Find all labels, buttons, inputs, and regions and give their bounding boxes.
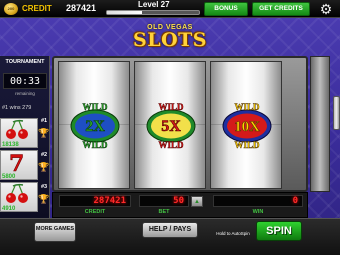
bet-display: 50 [139, 195, 189, 207]
reel-1-wild-top: WILD [82, 102, 108, 112]
level-progress-bar [106, 10, 200, 15]
reel-2-multiplier: 5X [161, 118, 181, 135]
reel-1-wild-bottom: WILD [82, 140, 108, 150]
wild-2x-symbol: 2X WILD WILD [70, 102, 120, 150]
side-rail [310, 56, 330, 192]
wild-5x-symbol: 5X WILD WILD [146, 102, 196, 150]
reel-2-wild-top: WILD [158, 102, 184, 112]
bet-increase-button[interactable]: ▲ [191, 196, 203, 207]
game-logo: OLD VEGAS SLOTS [104, 24, 236, 54]
rank-score-2: 5800 [2, 174, 16, 180]
coin-icon: 200 [4, 3, 18, 15]
level-label: Level 27 [138, 0, 170, 9]
bet-display-label: BET [158, 209, 170, 215]
rank-number-2: #2 [41, 152, 48, 158]
more-games-button[interactable]: MORE GAMES [34, 222, 76, 242]
reel-3-multiplier: 10X [234, 119, 260, 135]
reel-3-wild-bottom: WILD [234, 140, 260, 150]
silver-trophy-icon: 🏆 [38, 162, 50, 172]
reel-2: 5X WILD WILD [134, 61, 206, 189]
win-display: 0 [213, 195, 303, 207]
spin-button[interactable]: SPIN [256, 221, 302, 241]
reel-2-wild-bottom: WILD [158, 140, 184, 150]
reel-window: 2X WILD WILD 5X WILD WILD 10X WILD WILD [52, 56, 308, 192]
tournament-wins: #1 wins 279 [2, 105, 32, 111]
reel-3: 10X WILD WILD [210, 61, 282, 189]
credit-display: 287421 [59, 195, 131, 207]
rank-score-1: 18138 [2, 142, 19, 148]
tournament-title: TOURNAMENT [5, 59, 45, 65]
credit-display-label: CREDIT [84, 209, 106, 215]
gear-icon[interactable]: ⚙ [318, 1, 334, 17]
reel-1-multiplier: 2X [85, 118, 105, 135]
autospin-hint: Hold to AutoSpin [216, 231, 250, 236]
svg-text:7: 7 [9, 151, 24, 173]
credit-balance: 287421 [66, 3, 97, 13]
rank-number-3: #3 [41, 184, 48, 190]
tournament-timer: 00:33 [3, 73, 47, 89]
credit-label: CREDIT [22, 4, 52, 13]
tournament-panel[interactable]: TOURNAMENT 00:33 remaining #1 wins 279 #… [0, 56, 50, 218]
bronze-trophy-icon: 🏆 [38, 194, 50, 204]
wild-10x-symbol: 10X WILD WILD [222, 102, 272, 150]
level-progress-fill [107, 11, 142, 14]
help-pays-button[interactable]: HELP / PAYS [142, 222, 198, 238]
reel-1: 2X WILD WILD [58, 61, 130, 189]
led-panel: 287421 CREDIT 50 ▲ BET 0 WIN [52, 192, 308, 218]
top-bar: 200 CREDIT 287421 Level 27 BONUS GET CRE… [0, 0, 340, 18]
get-credits-button[interactable]: GET CREDITS [252, 2, 310, 16]
bonus-button[interactable]: BONUS [204, 2, 248, 16]
rank-score-3: 4910 [2, 206, 16, 212]
seven-icon: 7 [9, 151, 25, 178]
cherries-icon [6, 183, 28, 203]
slot-handle[interactable] [333, 96, 340, 130]
logo-title: SLOTS [133, 29, 207, 51]
reel-3-wild-top: WILD [234, 102, 260, 112]
cherries-icon [6, 119, 28, 139]
tournament-remaining-label: remaining [15, 91, 35, 96]
rank-number-1: #1 [41, 118, 48, 124]
win-display-label: WIN [252, 209, 264, 215]
gold-trophy-icon: 🏆 [38, 128, 50, 138]
